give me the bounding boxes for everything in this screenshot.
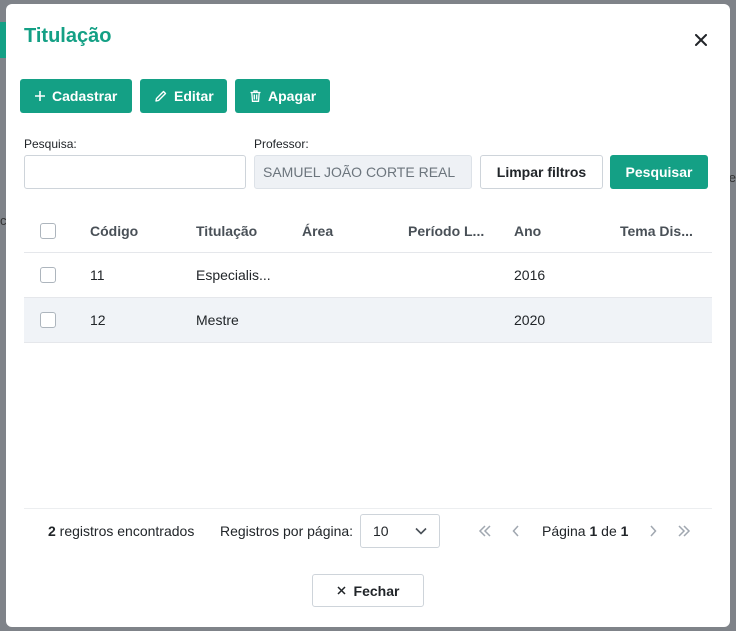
titulacao-modal: Titulação Cadastrar Editar Apagar Pesqui… <box>6 4 730 627</box>
delete-button[interactable]: Apagar <box>235 79 330 113</box>
row-checkbox[interactable] <box>40 267 56 283</box>
column-header-area[interactable]: Área <box>302 209 392 252</box>
prev-page-icon[interactable] <box>507 522 525 540</box>
per-page-value: 10 <box>373 523 389 539</box>
column-header-tema[interactable]: Tema Dis... <box>620 209 710 252</box>
edit-button[interactable]: Editar <box>140 79 227 113</box>
pencil-icon <box>155 90 167 102</box>
select-all-checkbox[interactable] <box>40 222 56 239</box>
page-of: de <box>597 523 621 539</box>
page-indicator: Página 1 de 1 <box>542 523 628 539</box>
close-button[interactable]: Fechar <box>312 574 424 607</box>
cell-codigo: 11 <box>90 267 105 283</box>
cell-codigo: 12 <box>90 312 106 328</box>
plus-icon <box>35 91 45 101</box>
cell-area <box>302 298 392 342</box>
column-header-codigo[interactable]: Código <box>90 209 180 252</box>
modal-title: Titulação <box>24 25 112 47</box>
edit-button-label: Editar <box>174 88 214 104</box>
records-count: 2 registros encontrados <box>48 523 194 539</box>
add-button[interactable]: Cadastrar <box>20 79 132 113</box>
cell-area <box>302 253 392 297</box>
close-button-label: Fechar <box>353 582 400 599</box>
column-header-titulacao[interactable]: Titulação <box>196 209 286 252</box>
per-page-label: Registros por página: <box>220 523 354 539</box>
cell-tema <box>620 298 710 342</box>
professor-field: SAMUEL JOÃO CORTE REAL <box>254 155 472 189</box>
next-page-icon[interactable] <box>644 522 662 540</box>
search-label: Pesquisa: <box>24 137 77 151</box>
column-header-periodo[interactable]: Período L... <box>408 209 500 252</box>
footer-divider <box>24 508 712 509</box>
cell-periodo <box>408 298 498 342</box>
page-total: 1 <box>620 523 629 539</box>
toolbar: Cadastrar Editar Apagar <box>20 79 330 113</box>
close-icon <box>337 586 346 595</box>
per-page-select[interactable]: 10 <box>360 514 440 548</box>
table-row[interactable]: 12 Mestre 2020 <box>24 298 712 343</box>
table-row[interactable]: 11 Especialis... 2016 <box>24 253 712 298</box>
page-prefix: Página <box>542 523 590 539</box>
results-table: Código Titulação Área Período L... Ano T… <box>24 209 712 343</box>
add-button-label: Cadastrar <box>52 88 118 104</box>
page-current: 1 <box>589 523 598 539</box>
cell-tema <box>620 253 710 297</box>
last-page-icon[interactable] <box>675 522 693 540</box>
column-header-ano[interactable]: Ano <box>514 209 604 252</box>
search-button[interactable]: Pesquisar <box>610 155 708 189</box>
table-header: Código Titulação Área Período L... Ano T… <box>24 209 712 253</box>
first-page-icon[interactable] <box>476 522 494 540</box>
cell-titulacao: Especialis... <box>196 267 271 283</box>
professor-label: Professor: <box>254 137 309 151</box>
cell-periodo <box>408 253 498 297</box>
row-checkbox[interactable] <box>40 312 56 328</box>
cell-ano: 2020 <box>514 312 546 328</box>
cell-ano: 2016 <box>514 267 546 283</box>
close-icon[interactable] <box>689 28 713 52</box>
cell-titulacao: Mestre <box>196 312 239 328</box>
clear-filters-button[interactable]: Limpar filtros <box>480 155 603 189</box>
delete-button-label: Apagar <box>268 88 317 104</box>
chevron-down-icon <box>415 527 427 535</box>
records-count-number: 2 <box>48 523 56 539</box>
search-input[interactable] <box>24 155 246 189</box>
records-count-suffix: registros encontrados <box>55 523 195 539</box>
trash-icon <box>250 90 261 102</box>
